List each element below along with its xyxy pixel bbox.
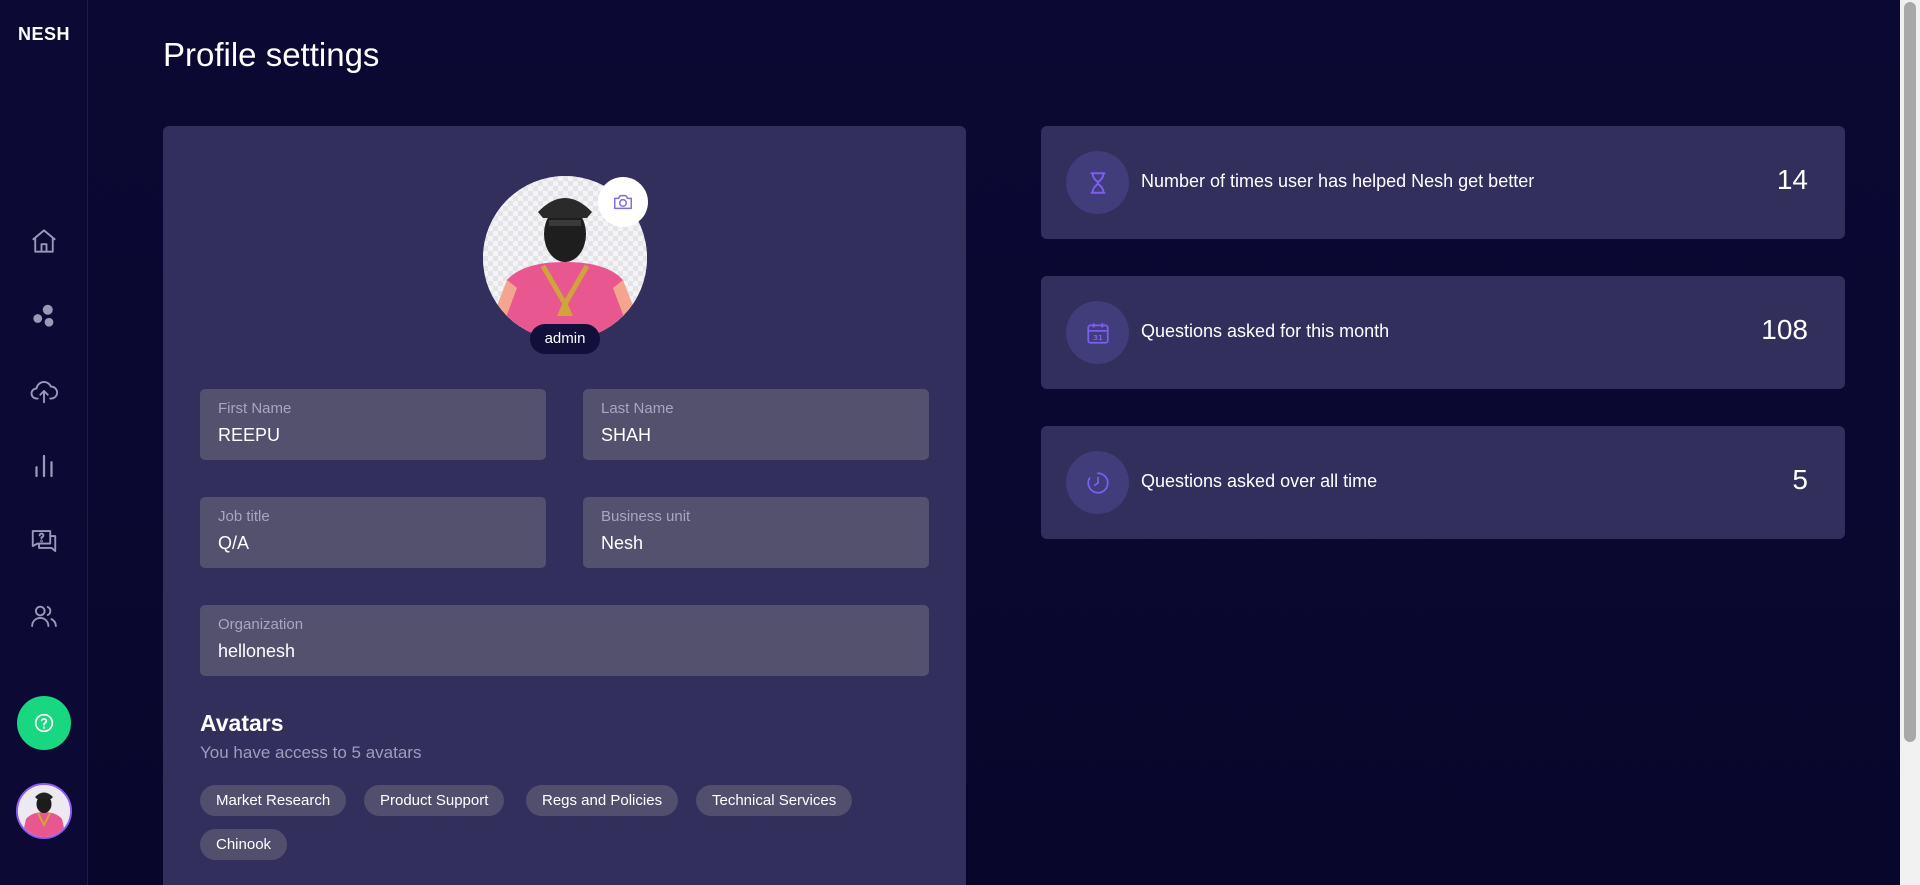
- stat-label: Questions asked over all time: [1141, 471, 1378, 491]
- first-name-field[interactable]: First Name REEPU: [200, 389, 546, 460]
- stat-icon: [1066, 451, 1129, 514]
- avatar-chip[interactable]: Technical Services: [696, 785, 853, 816]
- change-photo-button[interactable]: [598, 177, 648, 227]
- last-name-field[interactable]: Last Name SHAH: [583, 389, 929, 460]
- avatar-chip[interactable]: Product Support: [364, 785, 505, 816]
- job-title-field[interactable]: Job title Q/A: [200, 497, 546, 568]
- profile-card: admin First Name REEPU Last Name SHAH Jo…: [163, 126, 966, 885]
- stat-label: Questions asked for this month: [1141, 321, 1390, 341]
- cloud-upload-icon: [30, 381, 59, 404]
- page-title: Profile settings: [163, 36, 380, 73]
- help-button[interactable]: [17, 696, 71, 750]
- avatar-chip[interactable]: Market Research: [200, 785, 347, 816]
- nav-questions[interactable]: [22, 519, 66, 563]
- stat-label: Number of times user has helped Nesh get…: [1141, 171, 1535, 191]
- nav-analytics[interactable]: [22, 444, 66, 488]
- organization-label: Organization: [218, 616, 304, 633]
- last-name-value[interactable]: SHAH: [601, 425, 911, 446]
- job-title-value[interactable]: Q/A: [218, 533, 528, 554]
- clock-icon: [1086, 471, 1109, 494]
- first-name-label: First Name: [218, 400, 292, 417]
- stat-card-month: 31 Questions asked for this month 108: [1041, 276, 1845, 389]
- first-name-value[interactable]: REEPU: [218, 425, 528, 446]
- bar-chart-icon: [35, 454, 53, 478]
- sidebar: NESH: [0, 0, 88, 885]
- organization-value[interactable]: hellonesh: [218, 641, 911, 662]
- stat-card-all-time: Questions asked over all time 5: [1041, 426, 1845, 539]
- scrollbar-thumb[interactable]: [1904, 2, 1916, 742]
- avatar-chip[interactable]: Chinook: [200, 829, 288, 860]
- profile-avatar: [483, 176, 648, 340]
- stat-icon: 31: [1066, 301, 1129, 364]
- job-title-label: Job title: [218, 508, 270, 525]
- bubbles-icon: [33, 304, 54, 327]
- page-scrollbar[interactable]: [1900, 0, 1920, 885]
- role-badge: admin: [530, 324, 600, 354]
- stat-value: 108: [1761, 314, 1808, 345]
- business-unit-label: Business unit: [601, 508, 691, 525]
- nav-upload[interactable]: [22, 369, 66, 413]
- app-logo[interactable]: NESH: [0, 24, 88, 45]
- stat-value: 14: [1776, 164, 1808, 195]
- business-unit-field[interactable]: Business unit Nesh: [583, 497, 929, 568]
- stat-icon: [1066, 151, 1129, 214]
- stat-card-helped: Number of times user has helped Nesh get…: [1041, 126, 1845, 239]
- nav-avatars[interactable]: [22, 294, 66, 338]
- avatars-subtitle: You have access to 5 avatars: [200, 743, 422, 762]
- nav-users[interactable]: [22, 594, 66, 638]
- hourglass-icon: [1090, 171, 1105, 194]
- question-chat-icon: [31, 530, 57, 552]
- business-unit-value[interactable]: Nesh: [601, 533, 911, 554]
- organization-field[interactable]: Organization hellonesh: [200, 605, 929, 676]
- avatars-heading: Avatars: [200, 710, 284, 736]
- home-icon: [32, 229, 56, 253]
- user-avatar[interactable]: [16, 783, 72, 839]
- stat-value: 5: [1792, 464, 1808, 495]
- svg-text:31: 31: [1093, 333, 1103, 342]
- last-name-label: Last Name: [601, 400, 674, 417]
- avatar-chip[interactable]: Regs and Policies: [526, 785, 679, 816]
- nav-home[interactable]: [22, 219, 66, 263]
- camera-icon: [614, 194, 632, 210]
- calendar-icon: 31: [1086, 322, 1109, 344]
- help-circle-icon: [34, 713, 54, 733]
- users-icon: [31, 605, 57, 627]
- avatar-image: [18, 785, 70, 837]
